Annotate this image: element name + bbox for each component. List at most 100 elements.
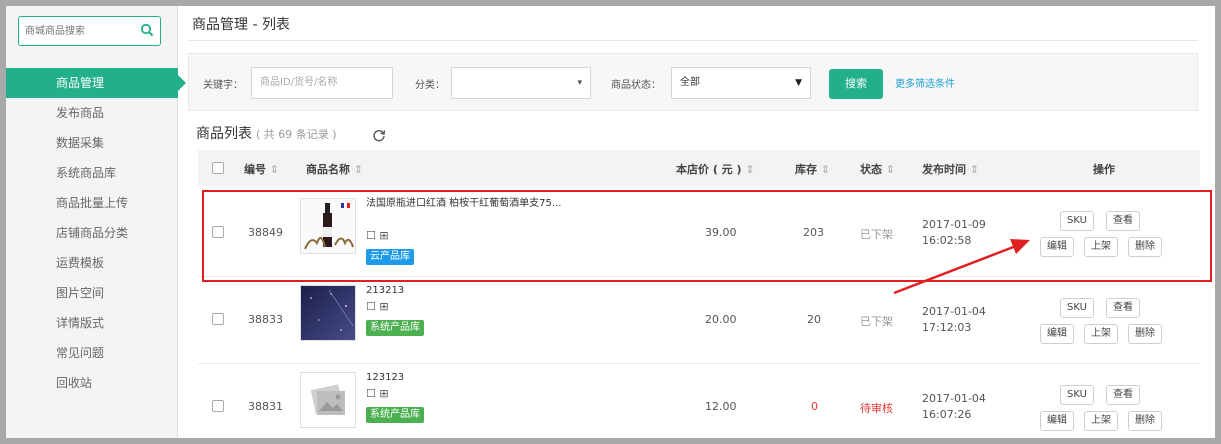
status-value: 已下架	[860, 228, 893, 241]
sidebar-item-faq[interactable]: 常见问题	[6, 338, 178, 368]
sku-button[interactable]: SKU	[1060, 385, 1094, 405]
search-button[interactable]: 搜索	[829, 69, 883, 99]
sidebar-item-store-categories[interactable]: 店铺商品分类	[6, 218, 178, 248]
list-on-shelf-button[interactable]: 上架	[1084, 237, 1118, 257]
source-tag: 系统产品库	[366, 320, 424, 336]
edit-button[interactable]: 编辑	[1040, 237, 1074, 257]
product-id: 38831	[248, 400, 283, 413]
more-filters-link[interactable]: 更多筛选条件	[895, 75, 955, 90]
sidebar-item-system-product-library[interactable]: 系统商品库	[6, 158, 178, 188]
col-id[interactable]: 编号 ⇕	[244, 161, 279, 177]
product-thumbnail[interactable]	[300, 372, 356, 428]
sidebar-item-image-space[interactable]: 图片空间	[6, 278, 178, 308]
publish-time: 2017-01-04 16:07:26	[922, 392, 986, 421]
product-icons: ☐ ⊞	[366, 229, 389, 242]
list-title: 商品列表 ( 共 69 条记录 )	[196, 123, 337, 143]
edit-button[interactable]: 编辑	[1040, 324, 1074, 344]
sort-icon: ⇕	[820, 163, 831, 176]
row-checkbox[interactable]	[212, 313, 224, 328]
row-checkbox[interactable]	[212, 400, 224, 415]
table-row: 38849 法国原瓶进口红酒 柏桉干红葡萄酒单支75... ☐ ⊞ 云产品库 3…	[198, 191, 1200, 277]
sidebar-item-recycle-bin[interactable]: 回收站	[6, 368, 178, 398]
table-header: 编号 ⇕ 商品名称 ⇕ 本店价 ( 元 ) ⇕ 库存 ⇕ 状态 ⇕ 发布时间 ⇕…	[198, 150, 1200, 186]
qrcode-icon[interactable]: ⊞	[379, 300, 388, 313]
view-button[interactable]: 查看	[1106, 385, 1140, 405]
price-value: 39.00	[705, 226, 737, 239]
view-button[interactable]: 查看	[1106, 298, 1140, 318]
sort-icon: ⇕	[353, 163, 364, 176]
product-thumbnail[interactable]	[300, 198, 356, 254]
sidebar-item-data-collection[interactable]: 数据采集	[6, 128, 178, 158]
qrcode-icon[interactable]: ⊞	[379, 229, 388, 242]
sku-button[interactable]: SKU	[1060, 211, 1094, 231]
status-select[interactable]: 全部 ▼	[671, 67, 811, 99]
publish-time: 2017-01-04 17:12:03	[922, 305, 986, 334]
filter-bar: 关键字： 商品ID/货号/名称 分类： ▾ 商品状态： 全部 ▼ 搜索 更多筛选…	[188, 53, 1198, 111]
record-count: ( 共 69 条记录 )	[256, 128, 337, 141]
col-actions: 操作	[1093, 163, 1115, 176]
row-checkbox[interactable]	[212, 226, 224, 241]
col-name[interactable]: 商品名称 ⇕	[306, 161, 363, 177]
price-value: 12.00	[705, 400, 737, 413]
col-status[interactable]: 状态 ⇕	[860, 161, 895, 177]
sku-button[interactable]: SKU	[1060, 298, 1094, 318]
app-window: 商品管理 发布商品 数据采集 系统商品库 商品批量上传 店铺商品分类 运费模板 …	[6, 6, 1215, 438]
product-name[interactable]: 123123	[366, 371, 576, 385]
mobile-icon: ☐	[366, 229, 376, 242]
sidebar-nav: 商品管理 发布商品 数据采集 系统商品库 商品批量上传 店铺商品分类 运费模板 …	[6, 68, 186, 398]
search-icon[interactable]	[140, 23, 154, 40]
status-value: 已下架	[860, 315, 893, 328]
category-label: 分类：	[415, 80, 445, 91]
edit-button[interactable]: 编辑	[1040, 411, 1074, 431]
product-icons: ☐ ⊞	[366, 300, 389, 313]
view-button[interactable]: 查看	[1106, 211, 1140, 231]
sort-icon: ⇕	[269, 163, 280, 176]
sort-icon: ⇕	[969, 163, 980, 176]
keyword-input[interactable]: 商品ID/货号/名称	[251, 67, 393, 99]
table-row: 38831 123123 ☐ ⊞ 系统产品库 12.00 0 待审核 2017-…	[198, 365, 1200, 438]
col-price[interactable]: 本店价 ( 元 ) ⇕	[676, 161, 755, 177]
col-stock[interactable]: 库存 ⇕	[795, 161, 830, 177]
sidebar-item-detail-layout[interactable]: 详情版式	[6, 308, 178, 338]
select-all-checkbox[interactable]	[212, 162, 224, 177]
product-icons: ☐ ⊞	[366, 387, 389, 400]
list-on-shelf-button[interactable]: 上架	[1084, 411, 1118, 431]
keyword-label: 关键字：	[203, 80, 243, 91]
refresh-icon[interactable]	[372, 128, 386, 145]
page-title: 商品管理 - 列表	[192, 17, 290, 33]
category-select[interactable]: ▾	[451, 67, 591, 99]
product-search-input[interactable]	[19, 17, 129, 45]
sort-icon: ⇕	[885, 163, 896, 176]
sidebar-item-publish-product[interactable]: 发布商品	[6, 98, 178, 128]
qrcode-icon[interactable]: ⊞	[379, 387, 388, 400]
col-publish-time[interactable]: 发布时间 ⇕	[922, 161, 979, 177]
sidebar-search	[18, 16, 161, 46]
product-name[interactable]: 法国原瓶进口红酒 柏桉干红葡萄酒单支75...	[366, 197, 576, 211]
sidebar-item-shipping-templates[interactable]: 运费模板	[6, 248, 178, 278]
list-on-shelf-button[interactable]: 上架	[1084, 324, 1118, 344]
product-id: 38849	[248, 226, 283, 239]
delete-button[interactable]: 删除	[1128, 237, 1162, 257]
price-value: 20.00	[705, 313, 737, 326]
product-name[interactable]: 213213	[366, 284, 576, 298]
sidebar-item-product-management[interactable]: 商品管理	[6, 68, 186, 98]
delete-button[interactable]: 删除	[1128, 411, 1162, 431]
source-tag: 系统产品库	[366, 407, 424, 423]
status-label: 商品状态：	[611, 80, 661, 91]
list-title-text: 商品列表	[196, 126, 252, 142]
product-thumbnail[interactable]	[300, 285, 356, 341]
delete-button[interactable]: 删除	[1128, 324, 1162, 344]
title-divider	[188, 40, 1198, 41]
sidebar: 商品管理 发布商品 数据采集 系统商品库 商品批量上传 店铺商品分类 运费模板 …	[6, 6, 186, 438]
sort-icon: ⇕	[745, 163, 755, 176]
table-row: 38833 213213 ☐ ⊞ 系统产品库 20.00 20 已下架 2017…	[198, 278, 1200, 364]
sidebar-item-bulk-upload[interactable]: 商品批量上传	[6, 188, 178, 218]
source-tag: 云产品库	[366, 249, 414, 265]
stock-value: 0	[811, 400, 818, 413]
publish-time: 2017-01-09 16:02:58	[922, 218, 986, 247]
mobile-icon: ☐	[366, 300, 376, 313]
stock-value: 203	[803, 226, 824, 239]
mobile-icon: ☐	[366, 387, 376, 400]
caret-down-icon: ▾	[577, 78, 582, 88]
status-value: 待审核	[860, 402, 893, 415]
